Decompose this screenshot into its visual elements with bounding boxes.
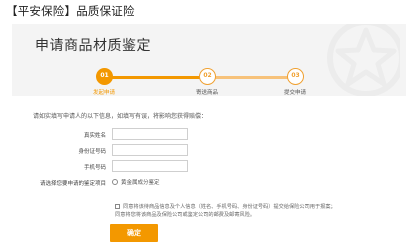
appraisal-option[interactable]: 黄金属成分鉴定 (112, 178, 160, 186)
step-2-marker: 02 (199, 68, 216, 85)
agreement-checkbox[interactable] (115, 204, 120, 209)
id-number-label: 身份证号码 (78, 149, 106, 155)
step-2-label: 寄送商品 (195, 90, 218, 96)
phone-input[interactable] (112, 160, 188, 172)
form-instruction: 请如实填写申请人的以下信息，如填写有误，将影响您获得赔偿： (33, 113, 208, 120)
page-title: 【平安保险】品质保证险 (6, 4, 135, 18)
step-1-marker: 01 (96, 68, 113, 85)
progress-line-done (104, 76, 207, 79)
name-label: 真实姓名 (83, 133, 106, 139)
id-number-input[interactable] (112, 144, 188, 156)
progress-line-pending (207, 76, 292, 79)
appraisal-label: 请选择您要申请的鉴定项目 (39, 181, 106, 187)
confirm-button[interactable]: 确定 (110, 224, 158, 242)
appraisal-option-label: 黄金属成分鉴定 (121, 180, 160, 186)
agreement-text-2: 同意将您将该商品及保险公司或鉴定公司的邮费及邮寄风险。 (115, 212, 256, 218)
step-3-marker: 03 (287, 68, 304, 85)
phone-label: 手机号码 (83, 165, 106, 171)
banner: 申请商品材质鉴定 01 02 03 发起申请 寄送商品 提交申请 (12, 24, 406, 96)
agreement-text-1: 同意将该待商品信息及个人信息（姓名、手机号码、身份证号码）提交给保险公司用于报案… (123, 204, 336, 210)
appraisal-radio[interactable] (112, 179, 118, 185)
name-input[interactable] (112, 128, 188, 140)
step-3-label: 提交申请 (283, 90, 306, 96)
star-outline-icon (327, 24, 400, 96)
header-bar: 【平安保险】品质保证险 (0, 0, 417, 22)
step-1-label: 发起申请 (92, 90, 115, 96)
banner-title: 申请商品材质鉴定 (35, 38, 151, 54)
